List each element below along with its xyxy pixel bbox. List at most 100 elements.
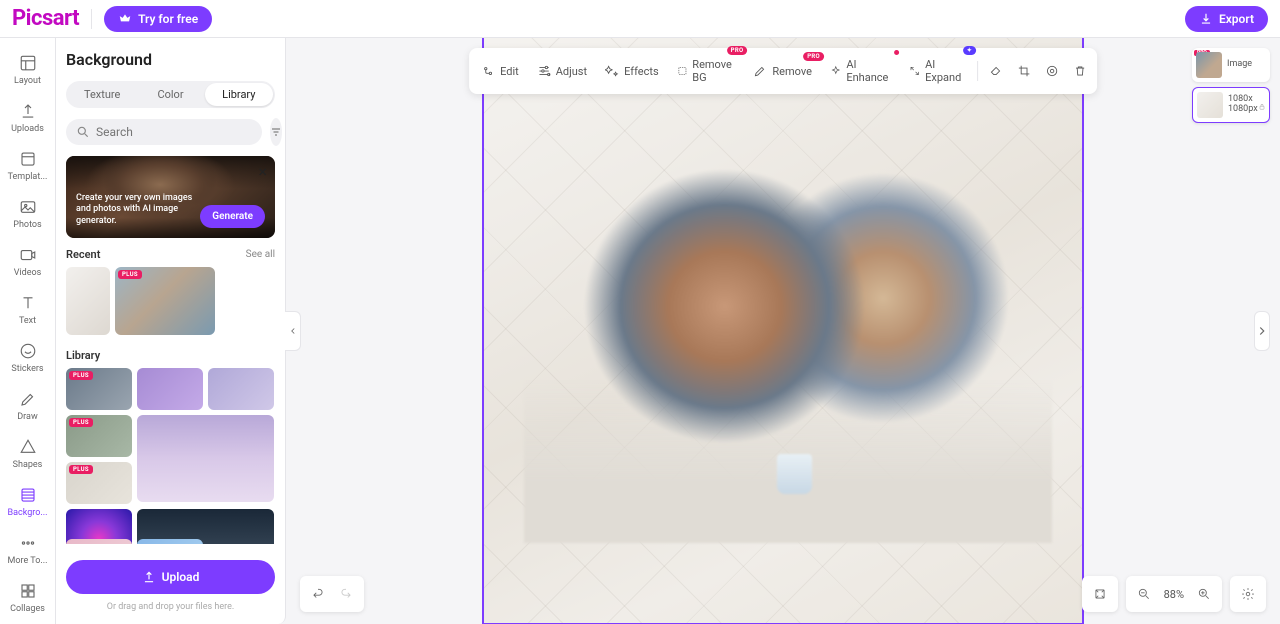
tab-texture[interactable]: Texture: [68, 83, 136, 106]
dim-w: 1080x: [1228, 94, 1253, 104]
generate-button[interactable]: Generate: [200, 205, 265, 228]
target-icon: [1045, 64, 1059, 78]
layer-item-image[interactable]: PRO Image: [1192, 48, 1270, 82]
upload-button[interactable]: Upload: [66, 560, 275, 594]
sidebar-item-photos[interactable]: Photos: [0, 190, 55, 238]
redo-button[interactable]: [332, 580, 360, 608]
plus-badge: PLUS: [69, 465, 93, 474]
canvas-area: Edit Adjust Effects Remove BGPRO RemoveP…: [286, 38, 1280, 624]
sidebar-item-shapes[interactable]: Shapes: [0, 430, 55, 478]
background-panel: Background Texture Color Library × Creat…: [56, 38, 286, 624]
layer-thumb: [1196, 52, 1222, 78]
try-free-button[interactable]: Try for free: [104, 6, 212, 32]
sidebar-item-stickers[interactable]: Stickers: [0, 334, 55, 382]
layout-icon: [19, 54, 37, 72]
delete-button[interactable]: [1067, 58, 1093, 84]
library-thumb[interactable]: PLUS: [66, 415, 132, 457]
main: Layout Uploads Templat... Photos Videos …: [0, 38, 1280, 624]
sidebar-item-text[interactable]: Text: [0, 286, 55, 334]
try-free-label: Try for free: [138, 12, 198, 26]
tool-label: AI Expand: [925, 58, 964, 84]
ai-generator-promo[interactable]: × Create your very own images and photos…: [66, 156, 275, 238]
sidebar-item-background[interactable]: Backgro...: [0, 478, 55, 526]
tool-label: Adjust: [556, 65, 587, 78]
sidebar-item-more-tools[interactable]: More To...: [0, 526, 55, 574]
expand-icon: [909, 64, 920, 78]
sidebar-item-collages[interactable]: Collages: [0, 574, 55, 622]
recent-thumb[interactable]: [66, 267, 110, 335]
undo-button[interactable]: [304, 580, 332, 608]
recent-thumb[interactable]: PLUS: [115, 267, 215, 335]
export-button[interactable]: Export: [1185, 6, 1268, 32]
recent-title: Recent: [66, 248, 100, 261]
zoom-out-icon: [1137, 587, 1151, 601]
sidebar-item-label: Backgro...: [8, 508, 48, 518]
remove-icon: [753, 64, 767, 78]
crop-button[interactable]: [1011, 58, 1037, 84]
divider: [91, 9, 92, 29]
panel-title: Background: [66, 50, 275, 69]
zoom-value[interactable]: 88%: [1158, 588, 1190, 601]
artboard[interactable]: [482, 38, 1084, 624]
tab-color[interactable]: Color: [136, 83, 204, 106]
layer-thumb: [1197, 92, 1223, 118]
filter-button[interactable]: [270, 118, 282, 146]
crown-icon: [118, 12, 132, 26]
videos-icon: [19, 246, 37, 264]
settings-button[interactable]: [1234, 580, 1262, 608]
see-all-link[interactable]: See all: [246, 249, 275, 260]
recent-row: PLUS: [66, 267, 275, 335]
expand-layers-handle[interactable]: [1254, 311, 1270, 351]
dim-h: 1080px: [1228, 104, 1258, 114]
sidebar-item-videos[interactable]: Videos: [0, 238, 55, 286]
fit-button[interactable]: [1086, 580, 1114, 608]
ai-enhance-button[interactable]: AI Enhance: [822, 52, 899, 90]
layer-item-background[interactable]: 1080x1080px: [1192, 87, 1270, 123]
tab-library[interactable]: Library: [205, 83, 273, 106]
logo[interactable]: Picsart: [12, 6, 79, 31]
redo-icon: [339, 587, 353, 601]
layer-label: 1080x1080px: [1228, 95, 1258, 115]
collapse-panel-handle[interactable]: [285, 311, 301, 351]
sidebar-item-layout[interactable]: Layout: [0, 46, 55, 94]
remove-button[interactable]: RemovePRO: [745, 58, 820, 84]
library-thumb[interactable]: [137, 415, 274, 502]
library-thumb[interactable]: [137, 539, 203, 544]
recent-header: Recent See all: [66, 248, 275, 261]
library-header: Library: [66, 349, 275, 362]
library-thumb[interactable]: PLUS: [66, 368, 132, 410]
ai-expand-button[interactable]: AI Expand✦: [901, 52, 972, 90]
remove-bg-button[interactable]: Remove BGPRO: [669, 52, 744, 90]
top-left: Picsart Try for free: [12, 6, 212, 32]
close-icon[interactable]: ×: [258, 162, 267, 181]
canvas-wrap[interactable]: [286, 38, 1280, 624]
zoom-controls: 88%: [1082, 576, 1266, 612]
sidebar-item-uploads[interactable]: Uploads: [0, 94, 55, 142]
edit-button[interactable]: Edit: [473, 58, 527, 84]
library-thumb[interactable]: [66, 539, 132, 544]
export-label: Export: [1219, 12, 1254, 26]
adjust-icon: [537, 64, 551, 78]
sidebar-item-label: Videos: [14, 268, 42, 278]
sidebar-item-templates[interactable]: Templat...: [0, 142, 55, 190]
search-box[interactable]: [66, 119, 262, 145]
library-thumb[interactable]: [137, 368, 203, 410]
library-thumb[interactable]: [208, 368, 274, 410]
adjust-button[interactable]: Adjust: [529, 58, 595, 84]
search-row: [66, 118, 275, 146]
search-input[interactable]: [96, 125, 252, 139]
zoom-in-button[interactable]: [1190, 580, 1218, 608]
sidebar-item-label: Draw: [17, 412, 37, 422]
canvas-image[interactable]: [524, 135, 1052, 543]
context-toolbar: Edit Adjust Effects Remove BGPRO RemoveP…: [469, 48, 1097, 94]
edit-icon: [481, 64, 495, 78]
enhance-icon: [830, 64, 841, 78]
zoom-out-button[interactable]: [1130, 580, 1158, 608]
target-button[interactable]: [1039, 58, 1065, 84]
effects-button[interactable]: Effects: [597, 58, 667, 84]
drop-hint: Or drag and drop your files here.: [66, 602, 275, 612]
library-thumb[interactable]: PLUS: [66, 462, 132, 504]
eraser-button[interactable]: [983, 58, 1009, 84]
draw-icon: [19, 390, 37, 408]
sidebar-item-draw[interactable]: Draw: [0, 382, 55, 430]
